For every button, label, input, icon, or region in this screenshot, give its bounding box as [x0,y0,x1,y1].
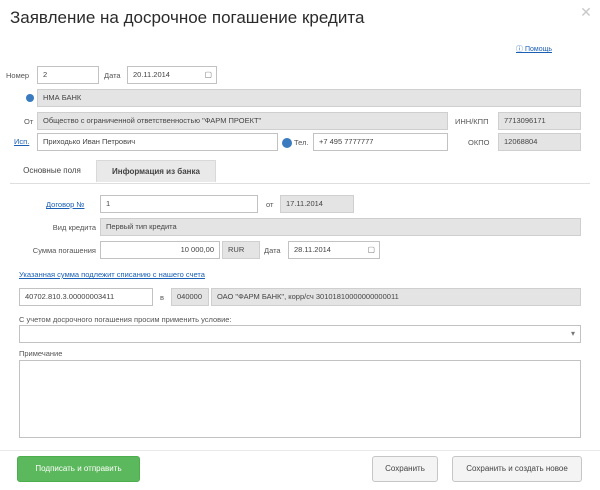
contract-field[interactable]: 1 [100,195,258,213]
repay-date-label: Дата [264,246,281,255]
bank-account-field: ОАО "ФАРМ БАНК", корр/сч 301018100000000… [211,288,581,306]
from-field: Общество с ограниченной ответственностью… [37,112,448,130]
currency-field: RUR [222,241,260,259]
date-field[interactable]: 20.11.2014 ▢ [127,66,217,84]
help-link[interactable]: ⓘ Помощь [516,44,552,54]
close-icon[interactable]: ✕ [578,4,594,20]
phone-field[interactable]: +7 495 7777777 [313,133,448,151]
conditions-select[interactable]: ▾ [19,325,581,343]
save-new-button[interactable]: Сохранить и создать новое [452,456,582,482]
bank-field: НМА БАНК [37,89,581,107]
tab-bank-info[interactable]: Информация из банка [96,160,216,182]
account-link[interactable]: Указанная сумма подлежит списанию с наше… [19,270,205,279]
phone-icon [282,138,292,148]
sign-send-button[interactable]: Подписать и отправить [17,456,140,482]
calendar-icon[interactable]: ▢ [367,242,375,258]
page-title: Заявление на досрочное погашение кредита [10,8,365,27]
note-label: Примечание [19,349,63,358]
bank-icon [26,94,34,102]
okpo-label: ОКПО [468,138,490,147]
from-label: От [24,117,34,126]
tabs-divider [10,183,590,184]
note-textarea[interactable] [19,360,581,438]
footer-divider [0,450,600,451]
okpo-field: 12068804 [498,133,581,151]
credit-type-field: Первый тип кредита [100,218,581,236]
repay-date-field[interactable]: 28.11.2014 ▢ [288,241,380,259]
contract-date-label: от [266,200,274,209]
date-label: Дата [104,71,121,80]
contract-date-field: 17.11.2014 [280,195,354,213]
number-field[interactable]: 2 [37,66,99,84]
contract-link[interactable]: Договор № [46,200,84,209]
save-button[interactable]: Сохранить [372,456,438,482]
bank-in-label: в [160,293,164,302]
conditions-label: С учетом досрочного погашения просим при… [19,315,232,324]
phone-label: Тел. [294,138,309,147]
date-value: 20.11.2014 [133,70,170,79]
help-link-label[interactable]: Помощь [525,46,552,53]
tab-main-fields[interactable]: Основные поля [10,160,94,182]
repay-date-value: 28.11.2014 [294,245,331,254]
sum-field[interactable]: 10 000,00 [100,241,220,259]
number-label: Номер [6,71,30,80]
sum-label: Сумма погашения [32,246,96,255]
inn-field: 7713096171 [498,112,581,130]
account-field[interactable]: 40702.810.3.00000003411 [19,288,153,306]
inn-label: ИНН/КПП [455,117,489,126]
chevron-down-icon[interactable]: ▾ [571,326,575,342]
calendar-icon[interactable]: ▢ [204,67,212,83]
signer-link[interactable]: Исп. [14,137,29,146]
credit-type-label: Вид кредита [52,223,96,232]
signer-field[interactable]: Приходько Иван Петрович [37,133,278,151]
bik-field: 040000 [171,288,209,306]
